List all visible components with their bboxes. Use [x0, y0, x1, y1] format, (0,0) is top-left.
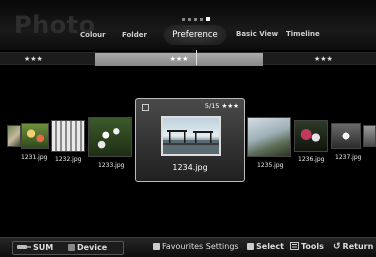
- select-label: Select: [256, 242, 284, 251]
- photo-filename: 1232.jpg: [55, 156, 82, 163]
- source-selector[interactable]: SUM Device: [12, 241, 124, 255]
- usb-drive-icon: [17, 245, 31, 249]
- photo-thumbnail[interactable]: [21, 123, 49, 149]
- selected-photo-filename: 1234.jpg: [172, 163, 208, 172]
- select-button[interactable]: Select: [247, 241, 284, 253]
- favourites-settings-button[interactable]: Favourites Settings: [153, 241, 239, 253]
- photo-thumbnail[interactable]: [88, 117, 132, 157]
- photo-thumbnail[interactable]: [331, 123, 361, 149]
- photo-strip: 1231.jpg 1232.jpg 1233.jpg 5/15 ★★★ 1234…: [0, 0, 376, 257]
- photo-counter-rating: 5/15 ★★★: [204, 102, 239, 110]
- device-label: Device: [77, 243, 108, 252]
- pier-photo-image: [163, 130, 219, 154]
- device-icon: [68, 244, 75, 251]
- photo-filename: 1235.jpg: [257, 162, 284, 169]
- blue-button-icon: [153, 243, 160, 250]
- photo-filename: 1231.jpg: [21, 154, 48, 161]
- selected-photo-card[interactable]: 5/15 ★★★ 1234.jpg: [135, 98, 245, 182]
- sum-label: SUM: [33, 243, 54, 252]
- favourites-settings-label: Favourites Settings: [162, 242, 239, 251]
- photo-filename: 1237.jpg: [335, 154, 362, 161]
- tools-button[interactable]: Tools: [290, 241, 324, 253]
- photo-filename: 1236.jpg: [298, 156, 325, 163]
- device-item[interactable]: Device: [68, 242, 107, 254]
- select-checkbox[interactable]: [142, 104, 149, 111]
- photo-thumbnail[interactable]: [247, 117, 291, 157]
- return-button[interactable]: ↺ Return: [333, 241, 373, 253]
- photo-thumbnail[interactable]: [294, 120, 328, 152]
- photo-thumbnail[interactable]: [7, 125, 21, 147]
- selected-photo-preview: [161, 116, 221, 156]
- sum-item[interactable]: SUM: [17, 242, 53, 254]
- return-label: Return: [342, 242, 374, 251]
- photo-thumbnail[interactable]: [363, 125, 376, 147]
- photo-filename: 1233.jpg: [98, 162, 125, 169]
- yellow-button-icon: [247, 243, 254, 250]
- tools-label: Tools: [301, 242, 324, 251]
- tools-icon: [290, 242, 299, 250]
- photo-thumbnail[interactable]: [51, 120, 85, 152]
- footer-bar: SUM Device Favourites Settings Select To…: [0, 237, 376, 257]
- return-icon: ↺: [333, 242, 341, 252]
